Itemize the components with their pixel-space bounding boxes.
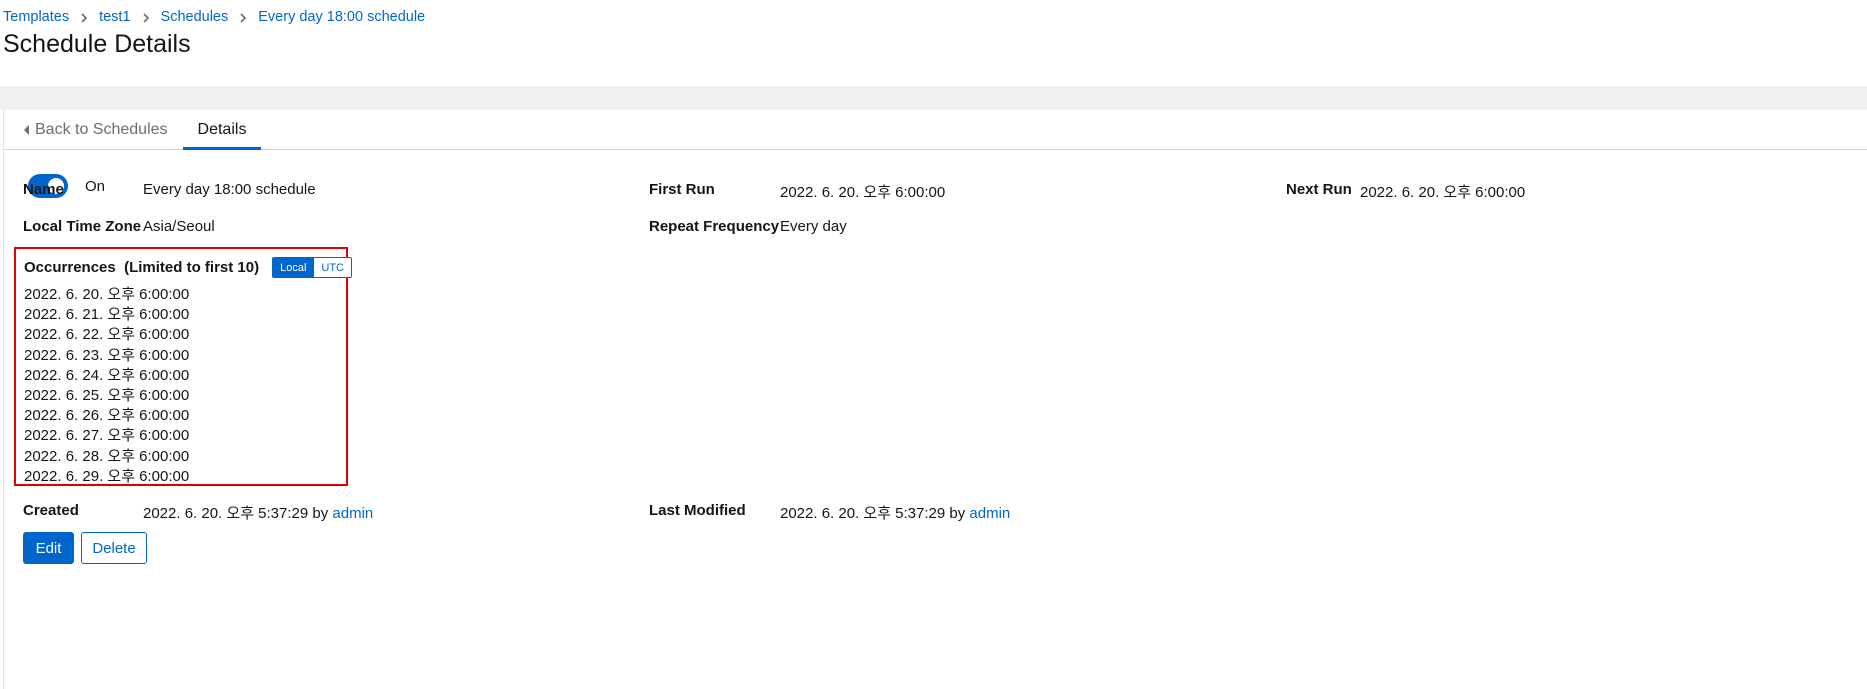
local-toggle-button[interactable]: Local <box>273 258 314 277</box>
breadcrumb-templates[interactable]: Templates <box>3 9 69 25</box>
modified-by-word: by <box>949 505 966 522</box>
utc-toggle-button[interactable]: UTC <box>313 258 351 277</box>
tab-bar: Back to Schedules Details <box>4 110 1867 150</box>
repeat-frequency-label: Repeat Frequency <box>649 218 780 235</box>
page-title: Schedule Details <box>3 30 191 58</box>
timezone-value: Asia/Seoul <box>143 218 215 235</box>
last-modified-label: Last Modified <box>649 502 746 519</box>
occurrence-item: 2022. 6. 23. 오후 6:00:00 <box>24 346 190 364</box>
page-section-divider <box>0 86 1867 109</box>
first-run-value: 2022. 6. 20. 오후 6:00:00 <box>780 184 946 201</box>
next-run-label: Next Run <box>1286 181 1352 198</box>
occurrence-item: 2022. 6. 25. 오후 6:00:00 <box>24 386 190 404</box>
tab-back-label: Back to Schedules <box>35 120 168 138</box>
occurrences-panel: Occurrences (Limited to first 10) Local … <box>14 247 352 487</box>
breadcrumb-template-test1[interactable]: test1 <box>99 9 130 25</box>
delete-button[interactable]: Delete <box>81 532 147 564</box>
occurrence-item: 2022. 6. 20. 오후 6:00:00 <box>24 286 190 303</box>
edit-button[interactable]: Edit <box>23 532 74 564</box>
occurrences-title: Occurrences (Limited to first 10) <box>24 259 259 276</box>
page-header: Templates test1 Schedules Every day 18:0… <box>0 0 1867 86</box>
created-label: Created <box>23 502 79 519</box>
first-run-label: First Run <box>649 181 715 198</box>
repeat-frequency-value: Every day <box>780 218 847 235</box>
created-by-word: by <box>312 505 329 522</box>
tab-details[interactable]: Details <box>182 110 262 150</box>
chevron-right-icon <box>228 10 258 24</box>
occurrence-item: 2022. 6. 26. 오후 6:00:00 <box>24 407 190 425</box>
occurrence-item: 2022. 6. 29. 오후 6:00:00 <box>24 467 190 485</box>
occurrences-limit-note: (Limited to first 10) <box>124 259 260 276</box>
last-modified-value: 2022. 6. 20. 오후 5:37:29 by admin <box>780 502 1010 523</box>
created-timestamp: 2022. 6. 20. 오후 5:37:29 <box>143 505 309 522</box>
breadcrumb-schedule-name[interactable]: Every day 18:00 schedule <box>258 9 425 25</box>
modified-by-user-link[interactable]: admin <box>969 505 1010 522</box>
occurrences-header: Occurrences (Limited to first 10) Local … <box>24 257 352 278</box>
occurrences-title-text: Occurrences <box>24 259 116 276</box>
timezone-label: Local Time Zone <box>23 218 142 235</box>
occurrence-item: 2022. 6. 27. 오후 6:00:00 <box>24 427 190 445</box>
name-label: Name <box>23 181 64 198</box>
occurrence-item: 2022. 6. 24. 오후 6:00:00 <box>24 366 190 384</box>
occurrences-list: 2022. 6. 20. 오후 6:00:00 2022. 6. 21. 오후 … <box>24 285 189 487</box>
occurrence-item: 2022. 6. 28. 오후 6:00:00 <box>24 447 190 465</box>
breadcrumb: Templates test1 Schedules Every day 18:0… <box>3 9 425 25</box>
name-value: Every day 18:00 schedule <box>143 181 316 198</box>
next-run-value: 2022. 6. 20. 오후 6:00:00 <box>1360 184 1526 201</box>
tab-details-label: Details <box>197 120 247 138</box>
occurrence-item: 2022. 6. 21. 오후 6:00:00 <box>24 306 190 324</box>
toggle-state-label: On <box>85 177 106 195</box>
created-value: 2022. 6. 20. 오후 5:37:29 by admin <box>143 502 373 523</box>
chevron-right-icon <box>69 10 99 24</box>
caret-left-icon <box>24 124 29 135</box>
occurrence-item: 2022. 6. 22. 오후 6:00:00 <box>24 326 190 344</box>
created-by-user-link[interactable]: admin <box>332 505 373 522</box>
breadcrumb-schedules[interactable]: Schedules <box>161 9 229 25</box>
chevron-right-icon <box>131 10 161 24</box>
modified-timestamp: 2022. 6. 20. 오후 5:37:29 <box>780 505 946 522</box>
timezone-toggle-group: Local UTC <box>272 257 352 278</box>
tab-back-to-schedules[interactable]: Back to Schedules <box>4 110 183 149</box>
